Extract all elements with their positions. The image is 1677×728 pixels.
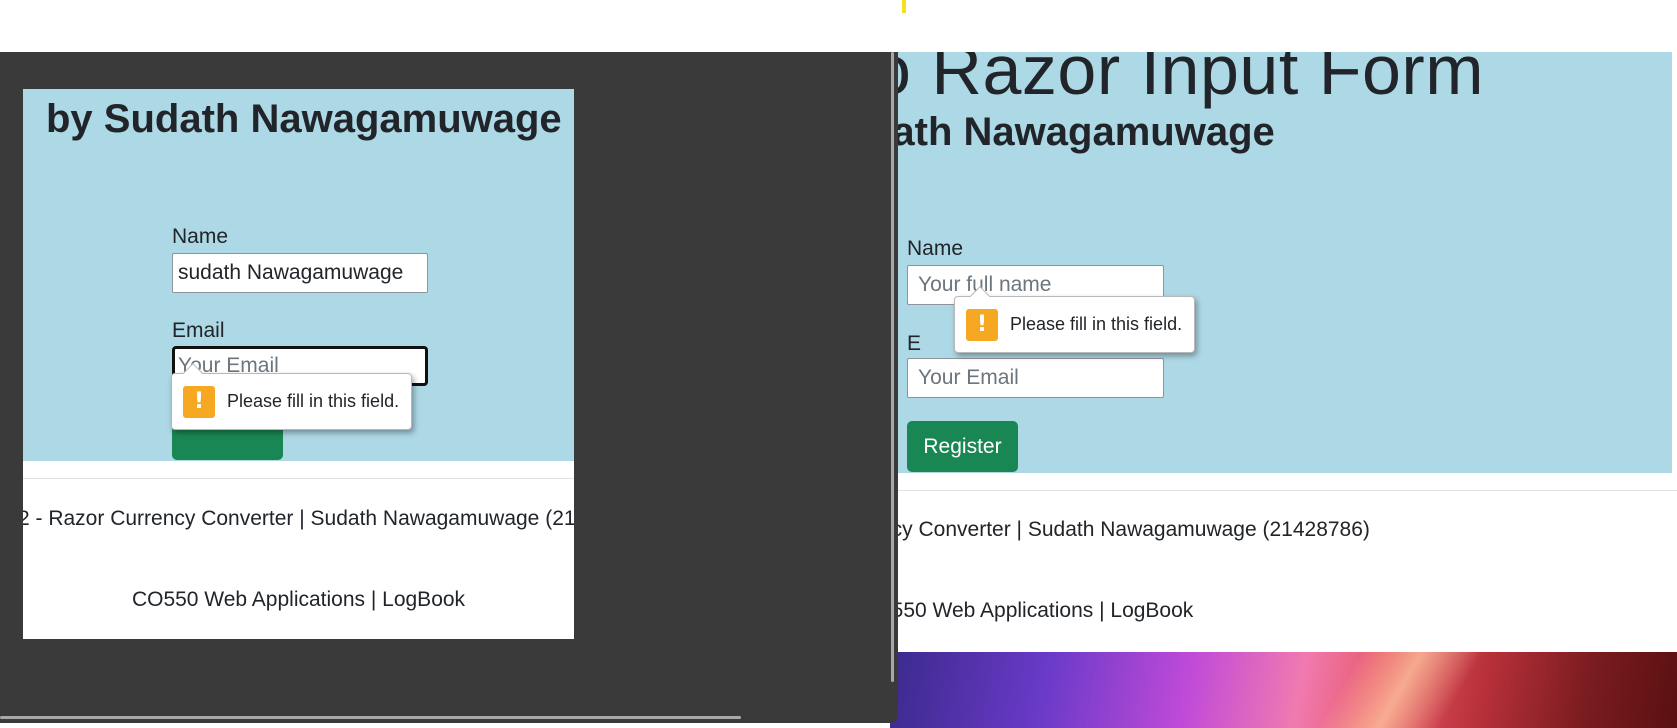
desktop-top-strip bbox=[0, 0, 1677, 52]
horizontal-scrollbar[interactable] bbox=[0, 716, 741, 719]
right-email-label: E bbox=[907, 332, 922, 355]
right-register-button[interactable]: Register bbox=[907, 421, 1018, 472]
tooltip-message: Please fill in this field. bbox=[227, 391, 400, 411]
right-page-subtitle: dath Nawagamuwage bbox=[890, 110, 1275, 154]
right-footer-divider bbox=[890, 490, 1677, 491]
left-name-label: Name bbox=[172, 225, 229, 248]
left-page-viewport: by Sudath Nawagamuwage Name Email ! Plea… bbox=[23, 89, 574, 639]
warning-icon: ! bbox=[183, 385, 215, 418]
highlight-marker bbox=[902, 0, 906, 13]
right-page-banner: lo Razor Input Form dath Nawagamuwage Na… bbox=[890, 52, 1672, 473]
left-page-subtitle: by Sudath Nawagamuwage bbox=[46, 97, 562, 141]
left-footer-project: 2 - Razor Currency Converter | Sudath Na… bbox=[23, 507, 574, 530]
right-email-input[interactable] bbox=[907, 358, 1164, 398]
right-footer-project: ncy Converter | Sudath Nawagamuwage (214… bbox=[890, 518, 1370, 541]
left-email-label: Email bbox=[172, 319, 225, 342]
right-footer-course: 0550 Web Applications | LogBook bbox=[890, 599, 1194, 622]
right-page-title: lo Razor Input Form bbox=[890, 52, 1485, 109]
left-name-input[interactable] bbox=[172, 253, 428, 293]
right-browser-window: lo Razor Input Form dath Nawagamuwage Na… bbox=[890, 52, 1677, 652]
wallpaper-streak bbox=[1270, 652, 1530, 728]
warning-icon: ! bbox=[966, 308, 998, 341]
vertical-scrollbar[interactable] bbox=[891, 52, 894, 682]
left-footer-course: CO550 Web Applications | LogBook bbox=[131, 588, 466, 611]
right-name-label: Name bbox=[907, 237, 964, 260]
desktop-wallpaper bbox=[890, 652, 1677, 728]
right-validation-tooltip: ! Please fill in this field. bbox=[954, 286, 1196, 353]
left-footer-divider bbox=[23, 478, 574, 479]
tooltip-message: Please fill in this field. bbox=[1010, 314, 1183, 334]
left-validation-tooltip: ! Please fill in this field. bbox=[171, 363, 413, 430]
